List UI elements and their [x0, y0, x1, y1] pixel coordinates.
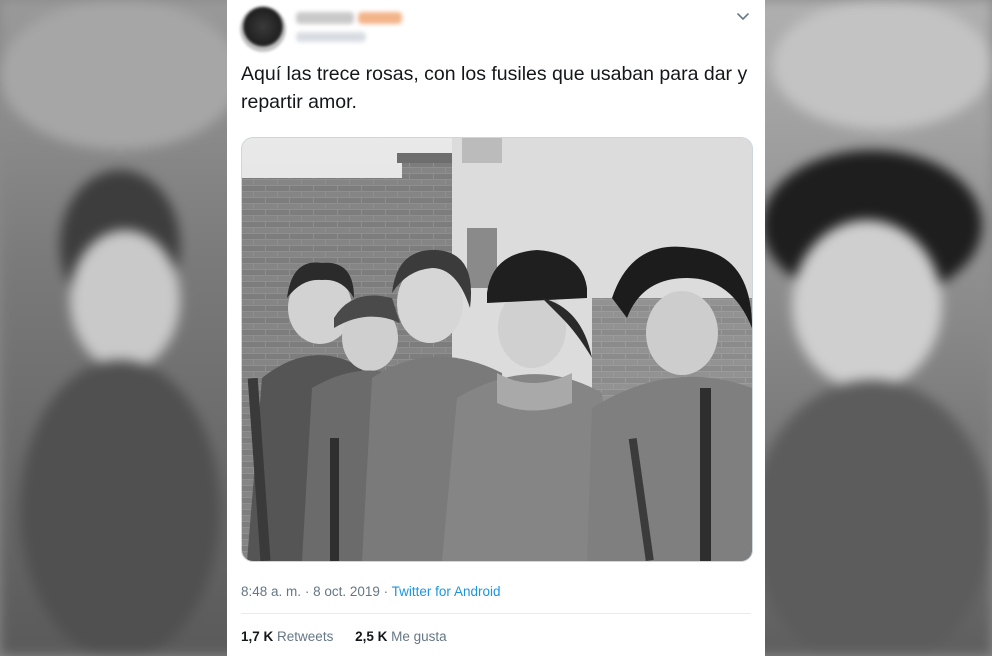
redacted-badge	[358, 12, 402, 24]
tweet-stats: 1,7 K Retweets 2,5 K Me gusta	[241, 629, 465, 644]
tweet-meta: 8:48 a. m. · 8 oct. 2019 · Twitter for A…	[241, 584, 500, 599]
tweet-text: Aquí las trece rosas, con los fusiles qu…	[241, 63, 748, 113]
redacted-display-name[interactable]	[296, 12, 354, 24]
tweet-source-link[interactable]: Twitter for Android	[392, 584, 501, 599]
tweet-card: Aquí las trece rosas, con los fusiles qu…	[227, 0, 765, 656]
blurred-backdrop-left	[0, 0, 240, 656]
screenshot-stage: Aquí las trece rosas, con los fusiles qu…	[0, 0, 992, 656]
retweets-count: 1,7 K	[241, 629, 274, 644]
tweet-header	[240, 6, 752, 52]
chevron-down-icon[interactable]	[734, 8, 752, 26]
retweets-label: Retweets	[277, 629, 334, 644]
redacted-handle[interactable]	[296, 32, 366, 42]
tweet-date[interactable]: 8 oct. 2019	[313, 584, 380, 599]
avatar[interactable]	[240, 6, 286, 52]
likes-count: 2,5 K	[355, 629, 388, 644]
tweet-time[interactable]: 8:48 a. m.	[241, 584, 301, 599]
separator: ·	[304, 584, 310, 599]
divider	[241, 613, 751, 614]
retweets-stat[interactable]: 1,7 K Retweets	[241, 629, 333, 644]
likes-label: Me gusta	[391, 629, 447, 644]
tweet-photo[interactable]	[241, 137, 753, 562]
blurred-backdrop-right	[752, 0, 992, 656]
separator: ·	[383, 584, 389, 599]
likes-stat[interactable]: 2,5 K Me gusta	[355, 629, 447, 644]
